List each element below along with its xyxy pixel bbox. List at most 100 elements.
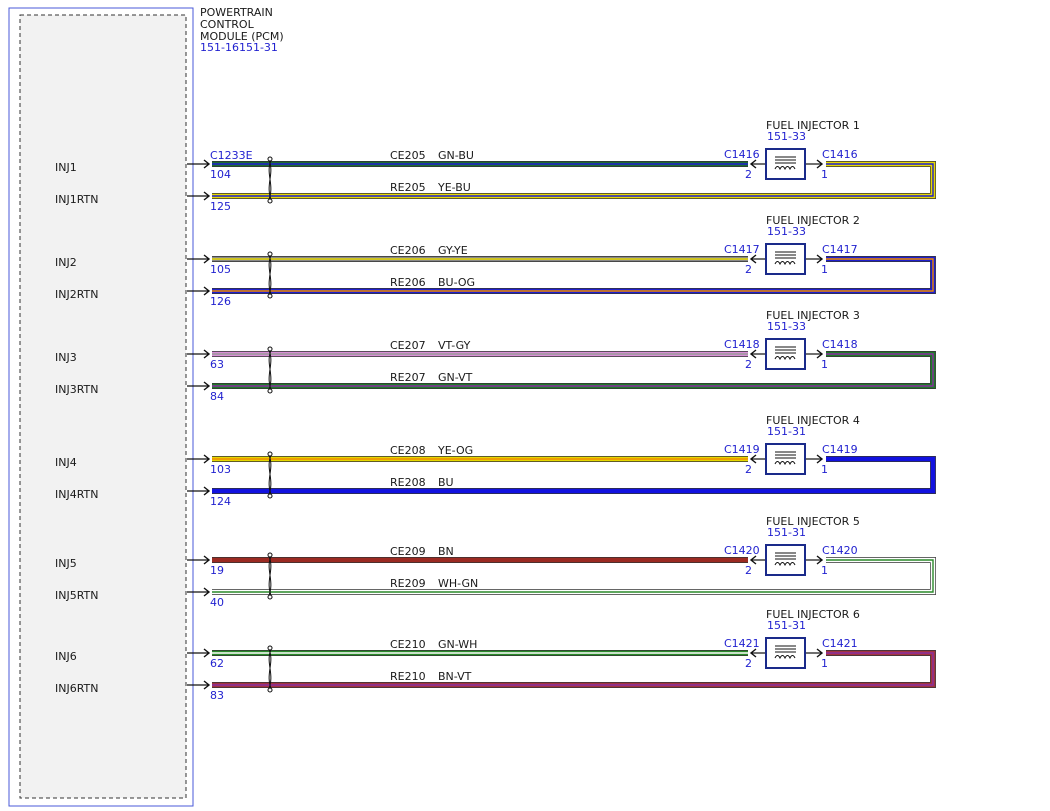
signal-wire-color-code: GY-YE [438,244,468,257]
injector-connector-left[interactable]: C1418 [724,338,760,351]
pcm-pin-label-signal: INJ3 [55,351,77,364]
signal-wire-color-code: YE-OG [437,444,473,457]
pcm-connector-label[interactable]: C1233E [210,149,253,162]
injector-connector-right[interactable]: C1419 [822,443,858,456]
signal-circuit-id: CE209 [390,545,426,558]
twisted-pair-end-top [267,346,273,352]
injector-reference[interactable]: 151-31 [767,619,806,632]
pcm-return-pin-number[interactable]: 84 [210,390,224,403]
pcm-return-pin-number[interactable]: 40 [210,596,224,609]
return-circuit-id: RE205 [390,181,426,194]
injector-connector-right[interactable]: C1416 [822,148,858,161]
injector-reference[interactable]: 151-31 [767,425,806,438]
injector-reference[interactable]: 151-33 [767,320,806,333]
pcm-signal-pin-number[interactable]: 104 [210,168,231,181]
injector-reference[interactable]: 151-33 [767,225,806,238]
fuel-injector-icon [765,443,806,475]
twisted-pair-end-bottom [267,493,273,499]
injector-connector-left[interactable]: C1420 [724,544,760,557]
return-circuit-id: RE210 [390,670,426,683]
injector-pin-a[interactable]: 2 [745,263,752,276]
pcm-pin-label-signal: INJ4 [55,456,77,469]
pcm-signal-pin-number[interactable]: 103 [210,463,231,476]
fuel-injector-icon [765,637,806,669]
twisted-pair-end-bottom [267,687,273,693]
return-wire-color-code: BU [438,476,454,489]
twisted-pair-end-bottom [267,594,273,600]
fuel-injector-icon [765,148,806,180]
pcm-pin-label-return: INJ1RTN [55,193,99,206]
twisted-pair-end-bottom [267,198,273,204]
fuel-injector-icon [765,544,806,576]
pcm-pin-label-return: INJ6RTN [55,682,99,695]
injector-pin-b[interactable]: 1 [821,657,828,670]
pcm-pin-label-signal: INJ1 [55,161,77,174]
signal-wire-color-code: GN-WH [438,638,477,651]
fuel-injector-icon [765,243,806,275]
return-circuit-id: RE207 [390,371,426,384]
injector-connector-left[interactable]: C1417 [724,243,760,256]
pcm-signal-pin-number[interactable]: 62 [210,657,224,670]
pcm-module-inner [19,14,187,799]
injector-pin-a[interactable]: 2 [745,564,752,577]
twisted-pair-end-top [267,451,273,457]
injector-pin-a[interactable]: 2 [745,358,752,371]
twisted-pair-end-top [267,645,273,651]
pcm-reference[interactable]: 151-16151-31 [200,41,278,54]
twisted-pair-end-top [267,552,273,558]
injector-connector-right[interactable]: C1421 [822,637,858,650]
pcm-pin-label-signal: INJ6 [55,650,77,663]
pcm-return-pin-number[interactable]: 124 [210,495,231,508]
injector-connector-left[interactable]: C1416 [724,148,760,161]
signal-wire-color-code: GN-BU [438,149,474,162]
injector-pin-a[interactable]: 2 [745,168,752,181]
twisted-pair-end-bottom [267,293,273,299]
injector-pin-b[interactable]: 1 [821,564,828,577]
twisted-pair-end-top [267,156,273,162]
injector-connector-right[interactable]: C1418 [822,338,858,351]
injector-pin-b[interactable]: 1 [821,358,828,371]
injector-pin-b[interactable]: 1 [821,263,828,276]
pcm-signal-pin-number[interactable]: 63 [210,358,224,371]
pcm-pin-label-return: INJ4RTN [55,488,99,501]
return-circuit-id: RE208 [390,476,426,489]
pcm-pin-label-signal: INJ5 [55,557,77,570]
injector-pin-b[interactable]: 1 [821,463,828,476]
pcm-pin-label-signal: INJ2 [55,256,77,269]
pcm-signal-pin-number[interactable]: 105 [210,263,231,276]
injector-reference[interactable]: 151-33 [767,130,806,143]
pcm-pin-label-return: INJ2RTN [55,288,99,301]
return-wire-color-code: YE-BU [437,181,471,194]
return-wire-color-code: GN-VT [438,371,473,384]
signal-circuit-id: CE206 [390,244,426,257]
fuel-injector-icon [765,338,806,370]
signal-circuit-id: CE208 [390,444,426,457]
wiring-diagram: POWERTRAIN CONTROL MODULE (PCM) 151-1615… [8,6,936,807]
injector-reference[interactable]: 151-31 [767,526,806,539]
pcm-pin-label-return: INJ3RTN [55,383,99,396]
injector-pin-a[interactable]: 2 [745,657,752,670]
signal-circuit-id: CE210 [390,638,426,651]
signal-circuit-id: CE207 [390,339,426,352]
pcm-return-pin-number[interactable]: 126 [210,295,231,308]
signal-wire-color-code: BN [438,545,454,558]
pcm-signal-pin-number[interactable]: 19 [210,564,224,577]
return-wire-color-code: BU-OG [438,276,475,289]
pcm-return-pin-number[interactable]: 125 [210,200,231,213]
return-circuit-id: RE209 [390,577,426,590]
injector-connector-right[interactable]: C1417 [822,243,858,256]
injector-pin-b[interactable]: 1 [821,168,828,181]
pcm-return-pin-number[interactable]: 83 [210,689,224,702]
return-wire-color-code: BN-VT [438,670,472,683]
return-circuit-id: RE206 [390,276,426,289]
twisted-pair-end-bottom [267,388,273,394]
injector-connector-left[interactable]: C1421 [724,637,760,650]
injector-connector-left[interactable]: C1419 [724,443,760,456]
signal-circuit-id: CE205 [390,149,426,162]
twisted-pair-end-top [267,251,273,257]
pcm-pin-label-return: INJ5RTN [55,589,99,602]
return-wire-color-code: WH-GN [438,577,478,590]
injector-connector-right[interactable]: C1420 [822,544,858,557]
signal-wire-color-code: VT-GY [438,339,471,352]
injector-pin-a[interactable]: 2 [745,463,752,476]
